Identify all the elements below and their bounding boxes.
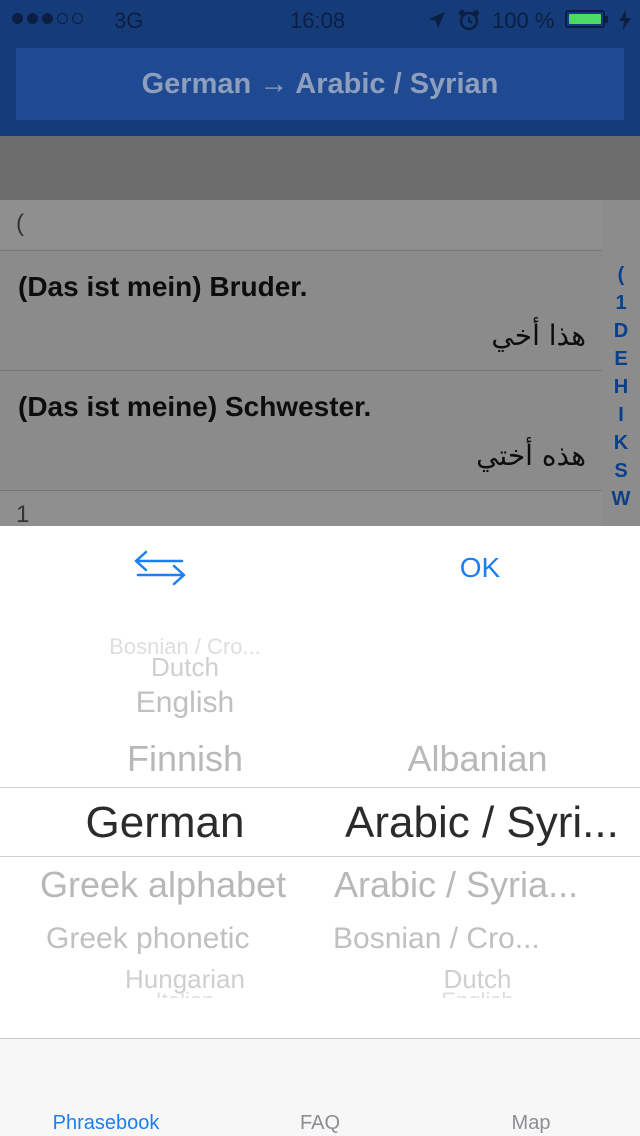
phrase-arabic: هذا أخي [491,319,586,352]
picker-target-selected[interactable]: Arabic / Syri... [345,798,635,848]
index-item[interactable]: D [602,320,640,343]
phrase-list: ( (Das ist mein) Bruder. هذا أخي (Das is… [0,200,602,538]
picker-option[interactable]: Greek phonetic [46,922,330,956]
alarm-clock-icon [459,10,479,31]
index-item[interactable]: E [602,348,640,371]
search-bar-area [0,136,640,200]
picker-option[interactable]: Albanian [325,738,630,780]
phrase-german: (Das ist mein) Bruder. [18,271,308,302]
battery-icon [565,10,608,28]
phrase-row[interactable]: (Das ist mein) Bruder. هذا أخي [0,250,602,370]
section-header: ( [0,200,602,248]
index-item[interactable]: I [602,404,640,427]
picker-option[interactable]: Finnish [20,738,350,780]
picker-option[interactable]: Bosnian / Cro... [333,922,609,956]
tab-faq[interactable]: FAQ [240,1112,400,1135]
clock: 16:08 [290,8,346,33]
index-item[interactable]: H [602,376,640,399]
language-picker-sheet [0,526,640,1038]
index-item[interactable]: K [602,432,640,455]
tab-map[interactable]: Map [451,1112,611,1135]
battery-percent: 100 % [492,8,555,33]
picker-selection-line [0,787,640,788]
picker-option[interactable]: Italian [20,988,350,998]
picker-option[interactable]: English [325,988,630,998]
picker-source-selected[interactable]: German [0,798,330,848]
phrase-german: (Das ist meine) Schwester. [18,391,372,422]
signal-strength-icon [12,13,83,24]
picker-option[interactable]: Dutch [20,652,350,683]
picker-option[interactable]: Arabic / Syria... [334,864,610,906]
ok-button[interactable]: OK [440,548,520,588]
status-bar: 3G 16:08 100 % [0,0,640,40]
picker-option[interactable]: Greek alphabet [40,864,330,906]
charging-bolt-icon [619,10,631,30]
picker-selection-line [0,856,640,857]
swap-arrows-icon[interactable] [132,548,188,588]
location-arrow-icon [429,12,445,28]
phrase-row[interactable]: (Das ist meine) Schwester. هذه أختي [0,370,602,490]
language-pair-button[interactable]: German → Arabic / Syrian [16,48,624,120]
navbar-title: German → Arabic / Syrian [141,67,499,100]
index-item[interactable]: W [602,488,640,511]
phrase-arabic: هذه أختي [476,439,586,472]
picker-option[interactable]: English [20,686,350,720]
tab-phrasebook[interactable]: Phrasebook [26,1112,186,1135]
index-item[interactable]: ( [602,264,640,287]
section-index[interactable]: ( 1 D E H I K S W [602,200,640,526]
index-item[interactable]: S [602,460,640,483]
index-item[interactable]: 1 [602,292,640,315]
carrier-label: 3G [114,8,144,33]
